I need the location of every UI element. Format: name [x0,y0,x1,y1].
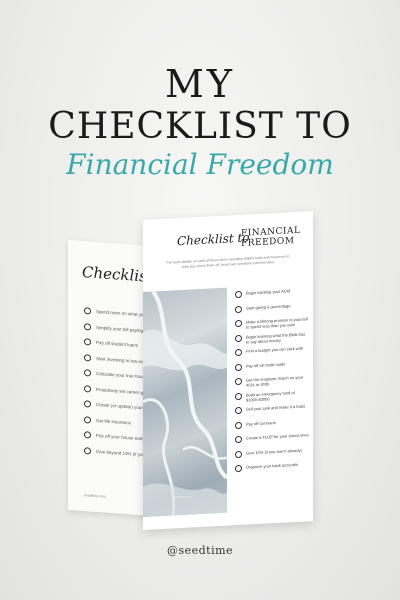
checkbox-icon [235,305,242,313]
list-item: Get the employer match on your 401k or 4… [235,374,309,389]
checkbox-icon [84,431,91,439]
checkbox-icon [235,435,242,444]
front-sheet-title-script: Checklist to [177,230,250,249]
list-item: Pay off all credit cards [235,360,309,375]
list-item: Pay off car loans [235,418,309,433]
checkbox-icon [84,400,91,408]
checkbox-icon [235,392,242,400]
front-sheet-intro: For more details on each of these items … [166,254,290,269]
list-item: Sell your junk and make it a habit [235,403,309,418]
checkbox-icon [235,319,242,328]
list-item: Make a lifelong promise to yourself to s… [235,316,309,331]
checkbox-icon [235,290,242,299]
front-sheet-title-caps: FINANCIAL FREEDOM [241,225,301,249]
social-handle: @seedtime [166,544,234,557]
checkbox-icon [235,464,242,473]
checkbox-icon [84,353,91,362]
list-item: Find a budget you can stick with [235,345,309,360]
list-item: Begin tracking your AGM [235,287,309,302]
headline-line-1: MY [165,62,235,106]
list-item: Create a FLOP for your bored ones [235,432,309,447]
checkbox-icon [84,338,91,346]
list-item: Give 10% (if you aren't already) [235,447,309,462]
headline-script: Financial Freedom [66,148,334,181]
beach-wave-photo: seedtime.com [143,287,227,517]
checkbox-icon [84,307,91,315]
list-item: Begin learning what the Bible has to say… [235,331,309,346]
checkbox-icon [84,446,91,455]
checkbox-icon [235,363,242,371]
list-item: Organize your bank accounts [235,461,309,476]
checkbox-icon [84,369,91,377]
checkbox-icon [84,322,91,331]
back-sheet-footer: seedtime.com [84,493,106,499]
checkbox-icon [235,450,242,458]
checkbox-icon [235,377,242,386]
wave-foam-art [143,290,227,517]
list-item: Start giving a percentage [235,302,309,317]
headline-line-2: CHECKLIST TO [48,106,352,147]
checkbox-icon [235,334,242,342]
checkbox-icon [235,406,242,415]
front-checklist: Begin tracking your AGM Start giving a p… [235,287,309,479]
checkbox-icon [84,384,91,393]
checkbox-icon [235,348,242,357]
checkbox-icon [84,415,91,424]
checklist-sheet-front: Checklist to FINANCIAL FREEDOM For more … [143,211,313,530]
checkbox-icon [235,421,242,429]
list-item: Build an emergency fund of $1000-$3000 [235,389,309,404]
